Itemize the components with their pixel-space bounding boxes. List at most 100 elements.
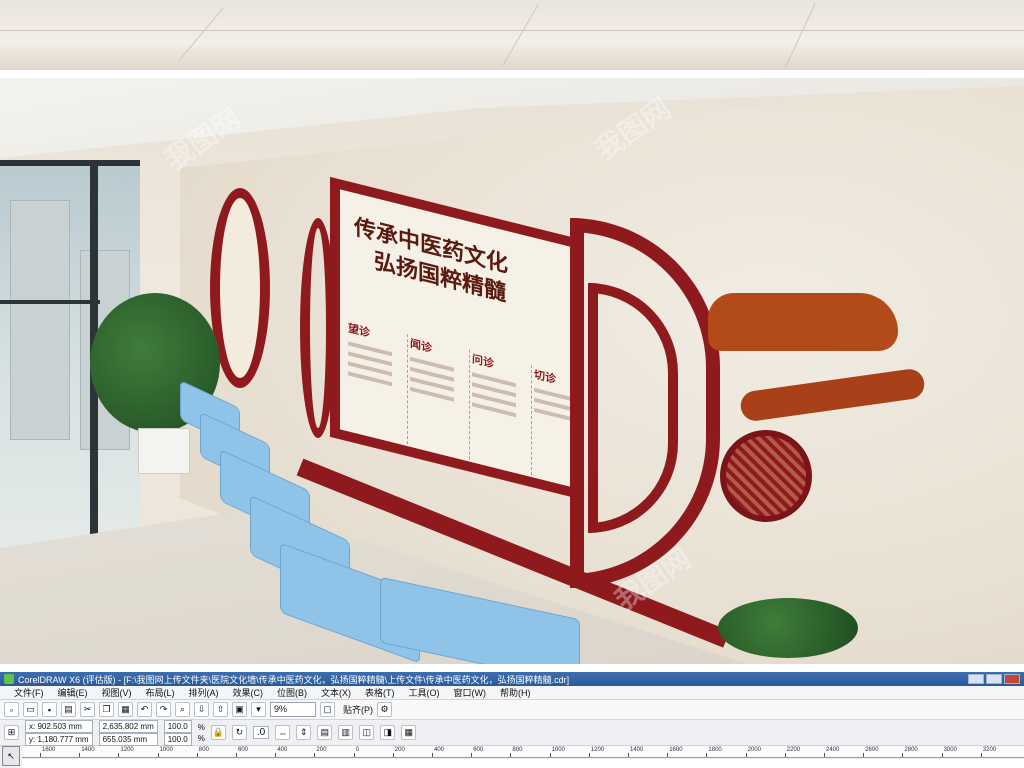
ruler-tick (353, 753, 355, 757)
window-title: CorelDRAW X6 (评估版) - [F:\我图网上传文件夹\医院文化墙\… (18, 674, 570, 685)
menu-view[interactable]: 视图(V) (102, 686, 132, 699)
menu-edit[interactable]: 编辑(E) (58, 686, 88, 699)
ruler-label: 2400 (826, 747, 840, 753)
cut-icon[interactable]: ✂ (80, 702, 95, 717)
width-field[interactable]: 2,635.802 mm (98, 719, 158, 733)
zoom-level-select[interactable]: 9% (270, 702, 316, 717)
ruler-label: 400 (277, 747, 288, 753)
menu-help[interactable]: 帮助(H) (500, 686, 531, 699)
ruler-label: 3200 (982, 747, 997, 753)
ruler-label: 3000 (943, 747, 957, 753)
menu-effects[interactable]: 效果(C) (233, 686, 264, 699)
group-icon[interactable]: ▤ (317, 725, 333, 740)
menu-text[interactable]: 文本(X) (321, 686, 351, 699)
menu-bitmaps[interactable]: 位图(B) (277, 686, 307, 699)
ruler-label: 2200 (786, 747, 801, 753)
panel-title: 传承中医药文化 弘扬国粹精髓 (354, 213, 508, 309)
rotation-angle-field[interactable]: .0 (252, 726, 270, 739)
ungroup-icon[interactable]: ▥ (338, 725, 354, 740)
menu-arrange[interactable]: 排列(A) (189, 686, 219, 699)
copy-icon[interactable]: ❐ (99, 702, 114, 717)
floor-strip-image (0, 0, 1024, 70)
page: 传承中医药文化 弘扬国粹精髓 望诊 闻诊 问诊 切诊 我图网 我图网 我图网 C… (0, 0, 1024, 768)
print-icon[interactable]: ▤ (61, 702, 76, 717)
coreldraw-window: CorelDRAW X6 (评估版) - [F:\我图网上传文件夹\医院文化墙\… (0, 672, 1024, 768)
coreldraw-logo-icon (4, 674, 14, 684)
scale-height-field[interactable]: 100.0 (163, 732, 192, 746)
plant-pot (138, 428, 190, 474)
ruler-tick (471, 753, 473, 757)
ruler-label: 2800 (904, 747, 918, 753)
snap-to-menu[interactable]: 贴齐(P) (343, 703, 373, 716)
align-icon[interactable]: ▦ (401, 725, 417, 740)
y-coordinate-field[interactable]: y: 1,180.777 mm (25, 732, 93, 746)
ruler-tick (902, 753, 904, 757)
percent-label: % (197, 722, 205, 732)
ruler-label: 1000 (551, 747, 565, 753)
import-icon[interactable]: ⇩ (194, 702, 209, 717)
ruler-label: 1200 (120, 747, 134, 753)
cloud-ornament (708, 293, 898, 351)
mirror-vertical-icon[interactable]: ⇕ (296, 725, 312, 740)
property-bar: ⊞ x: 902.503 mm y: 1,180.777 mm 2,635.80… (0, 719, 1024, 746)
ruler-tick (667, 753, 669, 757)
new-document-icon[interactable]: ▫ (4, 702, 19, 717)
break-apart-icon[interactable]: ◨ (380, 725, 396, 740)
menu-layout[interactable]: 布局(L) (146, 686, 175, 699)
ruler-label: 0 (355, 747, 359, 753)
ruler-label: 400 (434, 747, 445, 753)
redo-icon[interactable]: ↷ (156, 702, 171, 717)
position-icon: ⊞ (4, 725, 19, 740)
ruler-tick (745, 753, 747, 757)
ruler-tick (432, 753, 433, 757)
horizontal-ruler: 1600 1400 1200 1000 800 600 400 200 0 200 400 600 80… (22, 746, 1024, 758)
column-3: 问诊 (472, 350, 532, 476)
ruler-label: 1400 (81, 747, 95, 753)
ruler-tick (784, 753, 786, 757)
lattice-medallion (720, 430, 812, 522)
percent-label: % (197, 733, 205, 743)
drawing-canvas[interactable] (22, 759, 1024, 768)
x-coordinate-field[interactable]: x: 902.503 mm (25, 719, 93, 733)
combine-icon[interactable]: ◫ (359, 725, 375, 740)
pick-tool-icon[interactable]: ↖ (2, 746, 20, 766)
options-icon[interactable]: ⚙ (377, 702, 392, 717)
ruler-tick (549, 753, 551, 757)
lock-ratio-icon[interactable]: 🔒 (210, 725, 226, 740)
menu-tools[interactable]: 工具(O) (409, 686, 440, 699)
undo-icon[interactable]: ↶ (137, 702, 152, 717)
minimize-button[interactable] (968, 674, 984, 684)
mirror-horizontal-icon[interactable]: ⇔ (275, 725, 291, 740)
menu-file[interactable]: 文件(F) (14, 686, 44, 699)
rotate-icon[interactable]: ↻ (231, 725, 247, 740)
ruler-tick (236, 753, 237, 757)
full-screen-icon[interactable]: ▢ (320, 702, 335, 717)
paste-icon[interactable]: ▦ (118, 702, 133, 717)
open-icon[interactable]: ▭ (23, 702, 38, 717)
close-button[interactable] (1004, 674, 1020, 684)
ruler-label: 1200 (590, 747, 605, 753)
save-icon[interactable]: ▪ (42, 702, 57, 717)
menu-window[interactable]: 窗口(W) (454, 686, 487, 699)
export-icon[interactable]: ⇧ (213, 702, 228, 717)
ruler-tick (392, 753, 394, 757)
menu-table[interactable]: 表格(T) (365, 686, 395, 699)
ruler-tick (824, 753, 825, 757)
ruler-label: 600 (473, 747, 484, 753)
scale-width-field[interactable]: 100.0 (163, 719, 192, 733)
publish-pdf-icon[interactable]: ▣ (232, 702, 247, 717)
wall-render-image: 传承中医药文化 弘扬国粹精髓 望诊 闻诊 问诊 切诊 我图网 我图网 我图网 (0, 78, 1024, 664)
ruler-tick (157, 753, 159, 757)
app-launcher-icon[interactable]: ▾ (251, 702, 266, 717)
menu-bar: 文件(F) 编辑(E) 视图(V) 布局(L) 排列(A) 效果(C) 位图(B… (0, 686, 1024, 700)
title-bar: CorelDRAW X6 (评估版) - [F:\我图网上传文件夹\医院文化墙\… (0, 672, 1024, 686)
ruler-label: 200 (316, 747, 327, 753)
ruler-label: 1600 (42, 747, 56, 753)
column-1: 望诊 (348, 319, 408, 445)
ruler-tick (941, 753, 943, 757)
ruler-tick (706, 753, 708, 757)
foreground-plant (718, 598, 858, 658)
height-field[interactable]: 655.035 mm (98, 732, 158, 746)
maximize-button[interactable] (986, 674, 1002, 684)
search-content-icon[interactable]: ⌕ (175, 702, 190, 717)
